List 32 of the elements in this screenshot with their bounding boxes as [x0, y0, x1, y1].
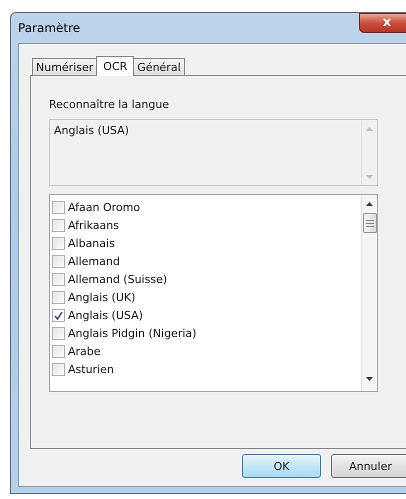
language-label: Asturien: [68, 362, 114, 376]
section-label: Reconnaître la langue: [49, 98, 170, 111]
language-label: Arabe: [68, 344, 101, 358]
scroll-down-icon[interactable]: [366, 377, 373, 381]
tab[interactable]: OCR: [96, 56, 134, 76]
language-label: Anglais (USA): [68, 308, 143, 322]
checkbox[interactable]: [52, 254, 65, 268]
close-button[interactable]: x: [359, 13, 406, 33]
checkbox[interactable]: [52, 218, 65, 232]
checkbox[interactable]: [52, 344, 65, 358]
language-label: Anglais Pidgin (Nigeria): [68, 326, 196, 340]
language-label: Afaan Oromo: [68, 200, 140, 214]
checkbox[interactable]: [52, 326, 65, 340]
language-label: Allemand: [68, 254, 120, 268]
checkbox[interactable]: [52, 308, 65, 322]
language-label: Afrikaans: [68, 218, 119, 232]
language-label: Albanais: [68, 236, 115, 250]
tab[interactable]: Général: [133, 58, 185, 75]
checkbox[interactable]: [52, 236, 65, 250]
language-label: Allemand (Suisse): [68, 272, 168, 286]
cancel-button[interactable]: Annuler: [331, 454, 406, 478]
ok-button[interactable]: OK: [242, 454, 321, 478]
scrollbar-thumb[interactable]: [362, 213, 376, 233]
checkbox[interactable]: [52, 290, 65, 304]
checkbox[interactable]: [52, 362, 65, 376]
language-label: Anglais (UK): [68, 290, 136, 304]
selected-language: Anglais (USA): [54, 124, 129, 137]
window-title: Paramètre: [18, 21, 80, 35]
checkbox[interactable]: [52, 272, 65, 286]
checkbox[interactable]: [52, 200, 65, 214]
scroll-up-icon[interactable]: [366, 202, 373, 206]
tab[interactable]: Numériser: [32, 58, 98, 75]
